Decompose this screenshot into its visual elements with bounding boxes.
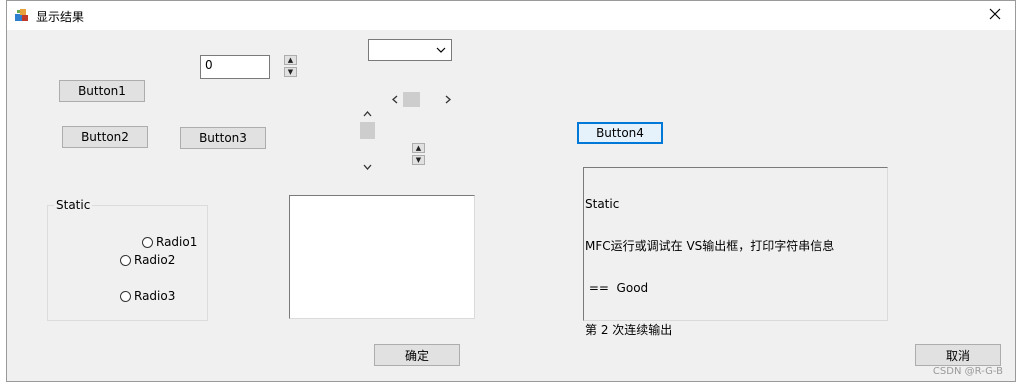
- radio-circle-icon[interactable]: [120, 254, 131, 266]
- combo-box[interactable]: [368, 39, 452, 61]
- close-button[interactable]: [975, 1, 1015, 30]
- radio-2[interactable]: Radio2: [120, 253, 175, 267]
- horizontal-scroll-thumb[interactable]: [403, 92, 420, 107]
- cancel-button[interactable]: 取消: [915, 344, 1001, 366]
- edit-spin-control[interactable]: ▲ ▼: [284, 55, 297, 77]
- app-icon: [14, 7, 30, 23]
- button1[interactable]: Button1: [59, 80, 145, 102]
- scroll-left-icon[interactable]: [386, 91, 403, 108]
- scroll-down-icon[interactable]: [359, 158, 376, 175]
- spin-down-button[interactable]: ▼: [412, 155, 425, 165]
- output-line: MFC运行或调试在 VS输出框，打印字符串信息: [585, 239, 835, 253]
- spin-control[interactable]: ▲ ▼: [412, 143, 425, 165]
- radio-3-label: Radio3: [134, 289, 176, 303]
- radio-1-label: Radio1: [156, 235, 198, 249]
- spin-up-button[interactable]: ▲: [284, 55, 297, 65]
- output-line: Static: [585, 197, 620, 211]
- button2[interactable]: Button2: [62, 126, 148, 148]
- number-edit[interactable]: 0: [200, 55, 270, 79]
- radio-3[interactable]: Radio3: [120, 289, 175, 303]
- list-box[interactable]: [289, 195, 475, 319]
- button4[interactable]: Button4: [577, 122, 663, 144]
- window-title: 显示结果: [36, 10, 85, 24]
- scroll-up-icon[interactable]: [359, 105, 376, 122]
- radio-circle-icon[interactable]: [142, 236, 153, 248]
- button3[interactable]: Button3: [180, 127, 266, 149]
- spin-up-button[interactable]: ▲: [412, 143, 425, 153]
- horizontal-scrollbar[interactable]: [386, 91, 456, 108]
- radio-2-label: Radio2: [134, 253, 176, 267]
- output-line: == Good: [585, 281, 649, 295]
- vertical-scrollbar[interactable]: [359, 105, 376, 175]
- radio-circle-icon[interactable]: [120, 290, 131, 302]
- watermark: CSDN @R-G-B: [932, 366, 1003, 377]
- output-line: 第 2 次连续输出: [585, 323, 673, 337]
- spin-down-button[interactable]: ▼: [284, 67, 297, 77]
- chevron-down-icon[interactable]: [434, 42, 448, 58]
- radio-1[interactable]: Radio1: [142, 235, 197, 249]
- output-static-text: Static MFC运行或调试在 VS输出框，打印字符串信息 == Good 第…: [583, 167, 888, 337]
- ok-button[interactable]: 确定: [374, 344, 460, 366]
- scroll-right-icon[interactable]: [439, 91, 456, 108]
- dialog-window: 显示结果 Button1 Button2 Button3 Button4 确定 …: [6, 0, 1016, 382]
- vertical-scroll-thumb[interactable]: [360, 122, 375, 139]
- title-bar[interactable]: 显示结果: [7, 1, 1015, 30]
- group-label: Static: [54, 198, 93, 212]
- close-icon: [989, 8, 1001, 23]
